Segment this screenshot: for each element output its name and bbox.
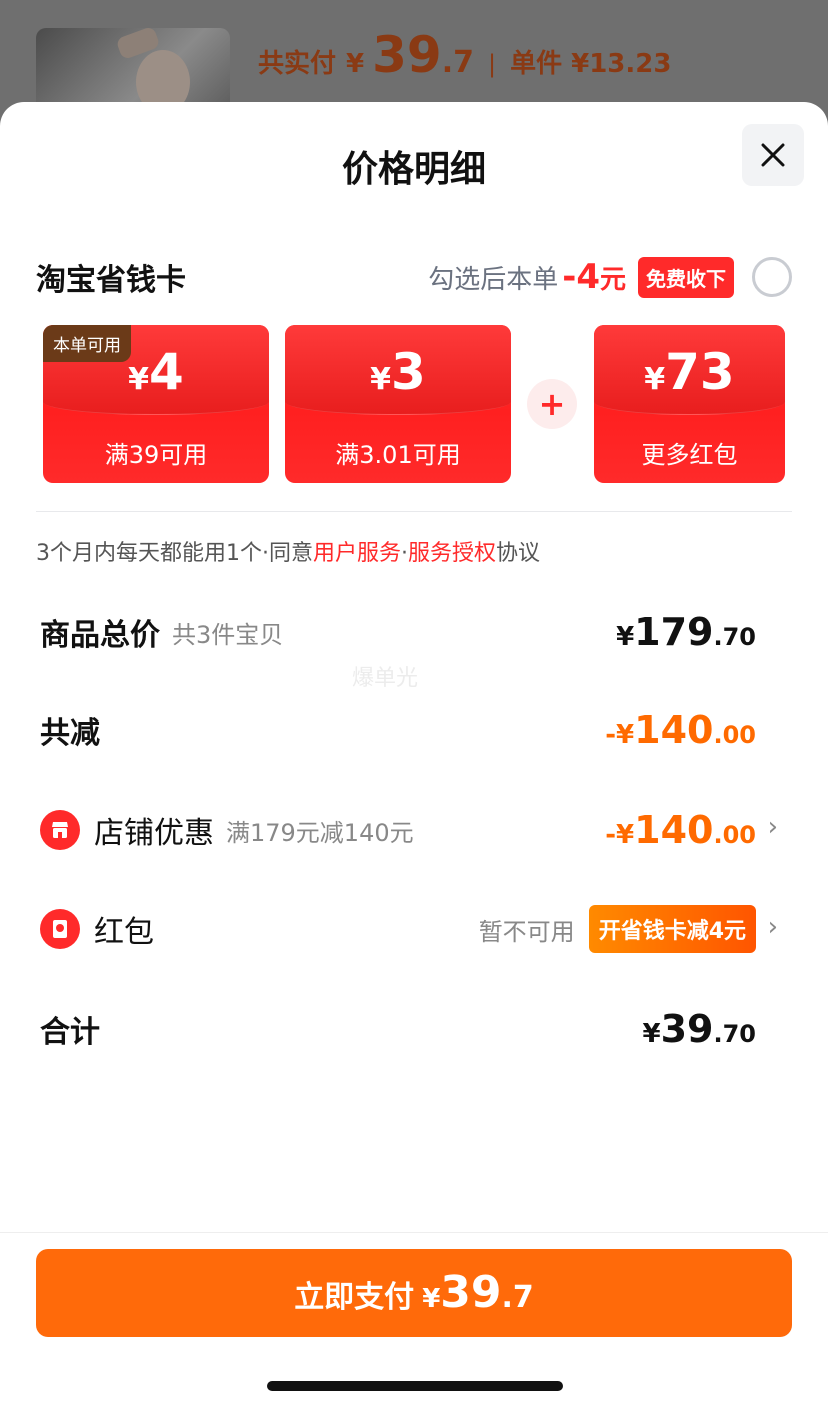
row-total-reduction: 共减 -¥ 140.00 <box>40 705 756 755</box>
agreement-dot: · <box>401 541 409 566</box>
agreement-prefix: 3个月内每天都能用1个·同意 <box>36 541 313 566</box>
plus-icon: + <box>527 379 577 429</box>
paid-yen: ¥ <box>346 49 365 79</box>
close-button[interactable] <box>742 124 804 186</box>
watermark: 爆单光 <box>352 666 419 691</box>
chevron-right-icon[interactable]: › <box>768 912 778 942</box>
home-indicator[interactable] <box>267 1381 563 1391</box>
coupon-yen: ¥ <box>644 362 666 397</box>
reduction-label: 共减 <box>40 716 100 751</box>
red-packet-icon <box>40 909 80 949</box>
free-claim-badge: 免费收下 <box>638 256 734 298</box>
total-int: 179 <box>634 610 714 654</box>
shop-dec: .00 <box>713 821 756 849</box>
red-packet-label: 红包 <box>94 915 154 950</box>
coupon-card[interactable]: ¥3 满3.01可用 <box>285 325 511 483</box>
coupon-yen: ¥ <box>370 362 392 397</box>
row-grand-total: 合计 ¥39.70 <box>40 1004 756 1054</box>
pay-int: 39 <box>440 1267 502 1318</box>
price-detail-sheet: 价格明细 淘宝省钱卡 勾选后本单 -4 元 免费收下 ¥4 满39可用 本单可用… <box>0 102 828 1409</box>
savings-card-row[interactable]: 淘宝省钱卡 勾选后本单 -4 元 免费收下 <box>36 254 792 300</box>
coupon-condition: 更多红包 <box>641 441 738 469</box>
paid-label: 共实付 <box>258 49 337 79</box>
coupon-yen: ¥ <box>128 362 150 397</box>
coupon-list: ¥4 满39可用 本单可用 ¥3 满3.01可用 + ¥73 更多红包 <box>43 325 785 485</box>
paid-dec: .7 <box>441 45 474 80</box>
service-auth-link[interactable]: 服务授权 <box>408 541 496 566</box>
pay-yen: ¥ <box>422 1284 441 1314</box>
grand-total-value: ¥39.70 <box>643 1007 757 1051</box>
sum-int: 39 <box>660 1007 714 1051</box>
pay-label: 立即支付 <box>294 1280 415 1315</box>
reduction-int: 140 <box>634 708 714 752</box>
shop-discount-value: -¥ 140.00 <box>605 808 756 852</box>
total-yen: ¥ <box>616 622 635 652</box>
item-count: 共3件宝贝 <box>172 620 284 649</box>
grand-total-label: 合计 <box>40 1015 100 1050</box>
savings-card-radio[interactable] <box>752 257 792 297</box>
paid-int: 39 <box>372 26 442 84</box>
price-separator: | <box>487 50 497 78</box>
sheet-title: 价格明细 <box>341 149 486 190</box>
coupon-value: 4 <box>149 343 184 401</box>
total-price-label: 商品总价 <box>40 618 160 653</box>
row-total-price: 商品总价 共3件宝贝 ¥179.70 <box>40 607 756 657</box>
coupon-value: 3 <box>391 343 426 401</box>
coupon-available-tag: 本单可用 <box>43 325 131 362</box>
savings-card-offer: 勾选后本单 -4 元 免费收下 <box>428 256 792 298</box>
agreement-suffix: 协议 <box>496 541 541 566</box>
shop-prefix: -¥ <box>605 820 635 850</box>
shop-int: 140 <box>634 808 714 852</box>
reduction-prefix: -¥ <box>605 720 635 750</box>
agreement-text: 3个月内每天都能用1个·同意用户服务·服务授权协议 <box>36 535 540 567</box>
coupon-amount: ¥73 <box>594 343 785 401</box>
coupon-value: 73 <box>665 343 735 401</box>
coupon-condition: 满39可用 <box>104 441 208 469</box>
sum-yen: ¥ <box>642 1019 661 1049</box>
coupon-card[interactable]: ¥73 更多红包 <box>594 325 785 483</box>
divider <box>36 511 792 512</box>
unit-price: 单件 ¥13.23 <box>510 49 672 79</box>
row-red-packet[interactable]: 红包 暂不可用 开省钱卡减4元 <box>40 904 756 954</box>
coupon-amount: ¥3 <box>285 343 511 401</box>
savings-card-title: 淘宝省钱卡 <box>36 263 186 298</box>
red-packet-unavailable: 暂不可用 <box>478 917 575 946</box>
reduction-value: -¥ 140.00 <box>605 708 756 752</box>
pay-now-button[interactable]: 立即支付 ¥ 39 .7 <box>36 1249 792 1337</box>
background-price: 共实付 ¥ 39 .7 | 单件 ¥13.23 <box>258 26 671 84</box>
savings-unit: 元 <box>599 264 626 295</box>
savings-amount: -4 <box>562 257 600 297</box>
reduction-dec: .00 <box>713 721 756 749</box>
shop-icon <box>40 810 80 850</box>
shop-discount-label: 店铺优惠 <box>94 816 214 851</box>
row-shop-discount[interactable]: 店铺优惠 满179元减140元 -¥ 140.00 <box>40 805 756 855</box>
coupon-condition: 满3.01可用 <box>335 441 461 469</box>
close-icon <box>761 143 785 167</box>
chevron-right-icon[interactable]: › <box>768 812 778 842</box>
open-card-badge[interactable]: 开省钱卡减4元 <box>588 905 756 953</box>
pay-dec: .7 <box>501 1280 534 1315</box>
total-dec: .70 <box>713 623 756 651</box>
shop-discount-rule: 满179元减140元 <box>226 818 414 847</box>
user-service-link[interactable]: 用户服务 <box>313 541 401 566</box>
savings-hint: 勾选后本单 <box>428 264 559 295</box>
coupon-card[interactable]: ¥4 满39可用 本单可用 <box>43 325 269 483</box>
sum-dec: .70 <box>713 1020 756 1048</box>
footer-divider <box>0 1232 828 1233</box>
total-price-value: ¥179.70 <box>616 610 756 654</box>
